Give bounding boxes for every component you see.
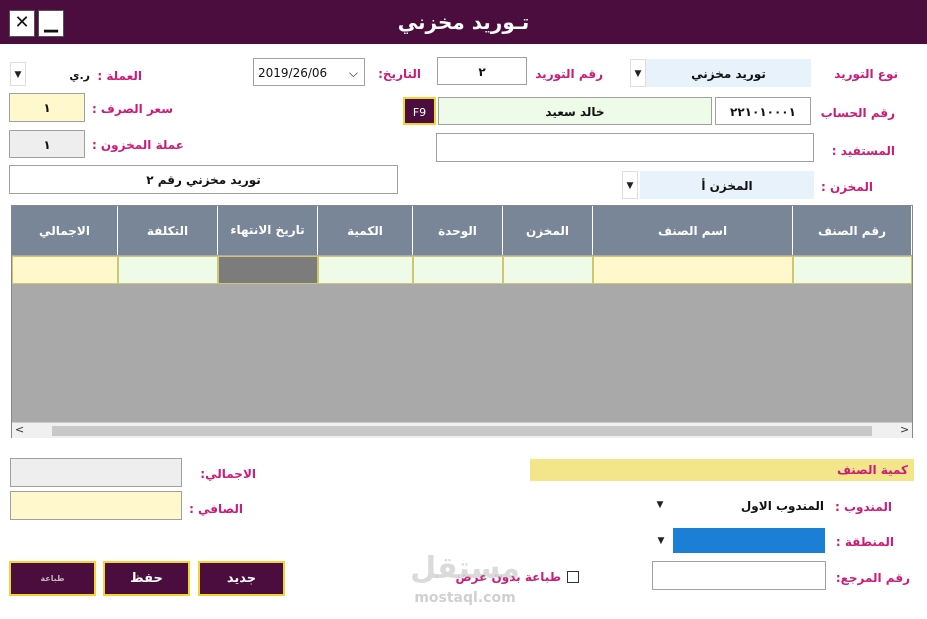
supply-type-select[interactable]: توريد مخزني [646, 59, 811, 87]
total-label: الاجمالي: [200, 467, 256, 481]
horizontal-scrollbar[interactable]: < > [12, 422, 912, 438]
account-no-field[interactable]: ٢٢١٠١٠٠٠١ [715, 97, 811, 125]
print-button[interactable]: طباعة [9, 561, 96, 596]
supply-no-field[interactable]: ٢ [437, 57, 527, 85]
col-expiry-date[interactable]: تاريخ الانتهاء [218, 206, 318, 255]
store-currency-label: عملة المخزون : [91, 138, 184, 152]
col-item-name[interactable]: اسم الصنف [593, 206, 793, 255]
scrollbar-thumb[interactable] [52, 426, 872, 436]
cell-item-name[interactable] [593, 256, 793, 284]
chevron-down-icon: ▼ [626, 181, 634, 191]
watermark-logo: مستقل [410, 551, 520, 586]
save-button[interactable]: حفظ [103, 561, 190, 596]
beneficiary-field[interactable] [436, 133, 814, 162]
store-currency-field[interactable]: ١ [9, 130, 85, 158]
cell-total[interactable] [12, 256, 118, 284]
watermark-site: mostaql.com [414, 590, 516, 606]
cell-item-no[interactable] [793, 256, 912, 284]
chevron-down-icon: ▼ [657, 536, 665, 546]
chevron-down-icon: ⌵ [348, 66, 358, 80]
exchange-rate-label: سعر الصرف : [91, 102, 173, 116]
minimize-button[interactable]: ▁ [38, 10, 64, 37]
region-select[interactable] [673, 528, 825, 553]
print-no-preview-checkbox[interactable] [567, 571, 579, 583]
store-select[interactable]: المخزن أ [640, 171, 814, 199]
currency-label: العملة : [97, 69, 142, 83]
col-cost[interactable]: التكلفة [118, 206, 218, 255]
beneficiary-label: المستفيد : [831, 144, 895, 158]
account-label: رقم الحساب [820, 106, 895, 120]
store-label: المخزن : [821, 180, 873, 194]
date-value: 2019/26/06 [258, 66, 328, 80]
f9-lookup-button[interactable]: F9 [403, 97, 436, 125]
col-total[interactable]: الاجمالي [12, 206, 118, 255]
cell-cost[interactable] [118, 256, 218, 284]
ref-label: رقم المرجع: [835, 571, 910, 585]
cell-expiry-date[interactable] [218, 256, 318, 284]
account-name-field[interactable]: خالد سعيد [438, 97, 712, 125]
currency-dropdown[interactable]: ▼ [10, 62, 26, 86]
col-store[interactable]: المخزن [503, 206, 593, 255]
chevron-down-icon: ▼ [14, 70, 22, 80]
col-item-no[interactable]: رقم الصنف [793, 206, 912, 255]
cell-store[interactable] [503, 256, 593, 284]
supply-type-dropdown[interactable]: ▼ [630, 59, 646, 87]
window-title: تـوريد مخزني [397, 10, 530, 34]
chevron-down-icon: ▼ [656, 500, 664, 510]
net-label: الصافي : [189, 502, 243, 516]
new-button[interactable]: جديد [198, 561, 285, 596]
total-field[interactable] [10, 458, 182, 487]
rep-label: المندوب : [835, 500, 892, 514]
rep-dropdown[interactable]: ▼ [652, 490, 668, 518]
exchange-rate-field[interactable]: ١ [9, 93, 85, 122]
col-quantity[interactable]: الكمية [318, 206, 413, 255]
close-icon: ✕ [14, 12, 30, 33]
chevron-left-icon[interactable]: < [15, 423, 24, 436]
supply-no-label: رقم التوريد [535, 67, 603, 81]
date-picker[interactable]: 2019/26/06 ⌵ [253, 58, 365, 86]
note-field[interactable]: توريد مخزني رقم ٢ [9, 165, 398, 194]
currency-value[interactable]: ر.ي [30, 69, 90, 82]
col-unit[interactable]: الوحدة [413, 206, 503, 255]
items-grid[interactable]: رقم الصنف اسم الصنف المخزن الوحدة الكمية… [11, 205, 913, 438]
rep-select[interactable]: المندوب الاول [672, 499, 824, 513]
store-dropdown[interactable]: ▼ [622, 171, 638, 199]
ref-field[interactable] [652, 561, 826, 590]
chevron-down-icon: ▼ [634, 69, 642, 79]
cell-unit[interactable] [413, 256, 503, 284]
minimize-icon: ▁ [44, 12, 58, 33]
close-button[interactable]: ✕ [9, 10, 35, 37]
region-dropdown[interactable]: ▼ [653, 527, 669, 554]
item-qty-band: كمية الصنف [530, 459, 914, 481]
net-field[interactable] [10, 491, 182, 520]
date-label: التاريخ: [378, 67, 421, 81]
supply-type-label: نوع التوريد [834, 67, 898, 81]
region-label: المنطقة : [835, 535, 894, 549]
cell-quantity[interactable] [318, 256, 413, 284]
chevron-right-icon[interactable]: > [900, 423, 909, 436]
